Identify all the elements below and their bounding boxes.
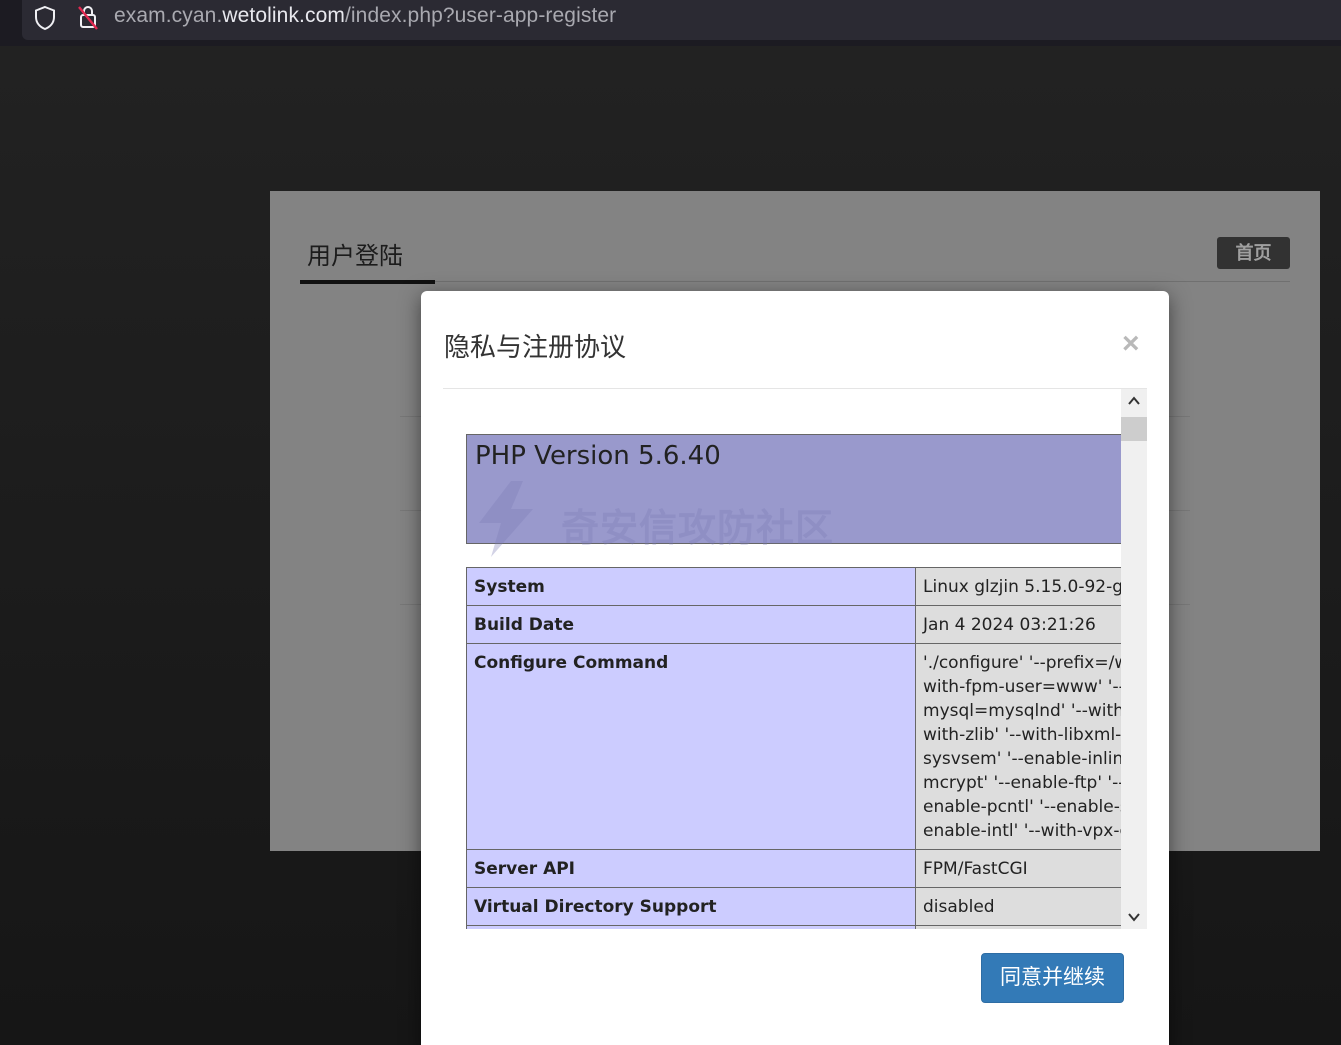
config-line: mcrypt' '--enable-ftp' '-- <box>923 773 1121 793</box>
watermark-logo-icon <box>479 481 533 557</box>
scrollbar[interactable] <box>1121 389 1147 929</box>
row-value: disabled <box>915 887 1121 926</box>
close-icon[interactable]: × <box>1122 327 1140 361</box>
active-tab-indicator <box>300 280 435 284</box>
table-row: Configure Command './configure' '--prefi… <box>465 643 1121 850</box>
config-line: enable-intl' '--with-vpx-c <box>923 821 1121 841</box>
table-row: System Linux glzjin 5.15.0-92-ge <box>465 567 1121 606</box>
tab-divider <box>300 281 1290 282</box>
table-row: Virtual Directory Support disabled <box>465 887 1121 926</box>
config-line: enable-pcntl' '--enable-s <box>923 797 1121 817</box>
config-line: with-zlib' '--with-libxml- <box>923 725 1121 745</box>
table-row <box>465 925 1121 929</box>
chevron-up-icon[interactable] <box>1126 393 1142 409</box>
config-line: './configure' '--prefix=/w <box>923 653 1121 673</box>
watermark: 奇安信攻防社区 <box>465 479 885 559</box>
browser-toolbar: exam.cyan.wetolink.com/index.php?user-ap… <box>0 0 1341 46</box>
modal-title: 隐私与注册协议 <box>444 332 627 362</box>
row-value: './configure' '--prefix=/w with-fpm-user… <box>915 643 1121 850</box>
table-row: Build Date Jan 4 2024 03:21:26 <box>465 605 1121 644</box>
agree-continue-button[interactable]: 同意并继续 <box>981 953 1124 1003</box>
config-line: sysvsem' '--enable-inline <box>923 749 1121 769</box>
row-key: Configure Command <box>465 643 917 850</box>
row-key: Server API <box>465 849 917 888</box>
table-row: Server API FPM/FastCGI <box>465 849 1121 888</box>
config-line: with-fpm-user=www' '-- <box>923 677 1121 697</box>
iframe-content: PHP Version 5.6.40 奇安信攻防社区 System Linux … <box>443 389 1121 929</box>
watermark-text: 奇安信攻防社区 <box>561 508 835 550</box>
php-version-heading: PHP Version 5.6.40 <box>475 441 721 471</box>
insecure-lock-icon[interactable] <box>74 3 102 31</box>
row-key: System <box>465 567 917 606</box>
chevron-down-icon[interactable] <box>1126 909 1142 925</box>
url-text[interactable]: exam.cyan.wetolink.com/index.php?user-ap… <box>114 4 616 28</box>
row-value: FPM/FastCGI <box>915 849 1121 888</box>
row-value <box>915 925 1121 929</box>
config-line: mysql=mysqlnd' '--with- <box>923 701 1121 721</box>
scrollbar-thumb[interactable] <box>1121 417 1147 441</box>
row-value: Jan 4 2024 03:21:26 <box>915 605 1121 644</box>
shield-icon[interactable] <box>32 5 58 31</box>
tab-user-login[interactable]: 用户登陆 <box>307 236 403 271</box>
agreement-iframe[interactable]: PHP Version 5.6.40 奇安信攻防社区 System Linux … <box>443 389 1147 929</box>
home-button[interactable]: 首页 <box>1217 237 1290 269</box>
row-key <box>465 925 917 929</box>
phpinfo-table: System Linux glzjin 5.15.0-92-ge Build D… <box>465 567 1121 929</box>
row-value: Linux glzjin 5.15.0-92-ge <box>915 567 1121 606</box>
row-key: Virtual Directory Support <box>465 887 917 926</box>
row-key: Build Date <box>465 605 917 644</box>
